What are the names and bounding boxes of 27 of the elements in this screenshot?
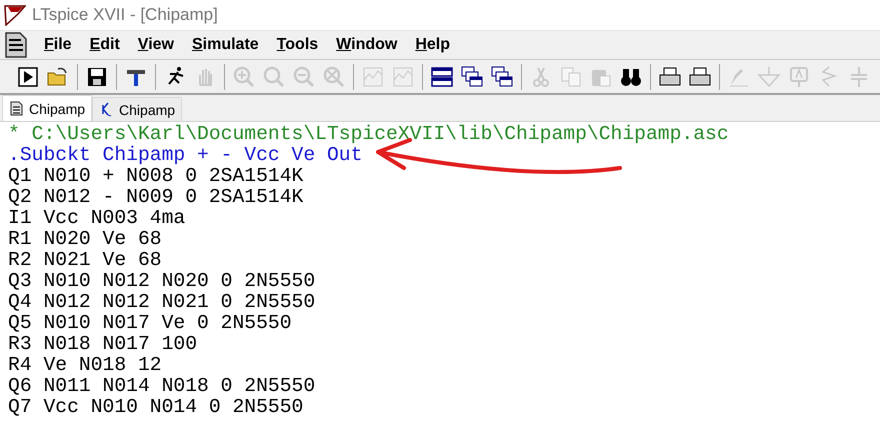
netlist-line: Q5 N010 N017 Ve 0 2N5550 (8, 313, 293, 334)
netlist-line: R3 N018 N017 100 (8, 334, 198, 355)
window-title: LTspice XVII - [Chipamp] (32, 5, 218, 25)
tab[interactable]: Chipamp (2, 95, 92, 121)
netlist-line: Q2 N012 - N009 0 2SA1514K (8, 187, 304, 208)
netlist-line: Q7 Vcc N010 N014 0 2N5550 (8, 397, 304, 418)
menu-item[interactable]: Edit (88, 36, 122, 54)
menu-item[interactable]: Simulate (190, 36, 261, 54)
menu-item[interactable]: Window (334, 36, 400, 54)
app-logo-icon (4, 4, 26, 26)
netlist-line: Q3 N010 N012 N020 0 2N5550 (8, 271, 316, 292)
netlist-line: R4 Ve N018 12 (8, 355, 163, 376)
document-icon (9, 101, 24, 116)
netlist-line: * C:\Users\Karl\Documents\LTspiceXVII\lib\Chipamp\Chipamp.asc (8, 124, 730, 145)
menu-item[interactable]: View (136, 36, 176, 54)
netlist-line: Q1 N010 + N008 0 2SA1514K (8, 166, 304, 187)
tab[interactable]: Chipamp (92, 97, 182, 121)
netlist-line: R2 N021 Ve 68 (8, 250, 163, 271)
netlist-line: R1 N020 Ve 68 (8, 229, 163, 250)
netlist-line: Q6 N011 N014 N018 0 2N5550 (8, 376, 316, 397)
netlist-line: .Subckt Chipamp + - Vcc Ve Out (8, 145, 364, 166)
menu-item[interactable]: Help (413, 36, 452, 54)
netlist-line: Q4 N012 N012 N021 0 2N5550 (8, 292, 316, 313)
document-icon[interactable] (4, 32, 28, 58)
menu-item[interactable]: Tools (274, 36, 320, 54)
menu-item[interactable]: File (42, 36, 74, 54)
netlist-line: I1 Vcc N003 4ma (8, 208, 186, 229)
